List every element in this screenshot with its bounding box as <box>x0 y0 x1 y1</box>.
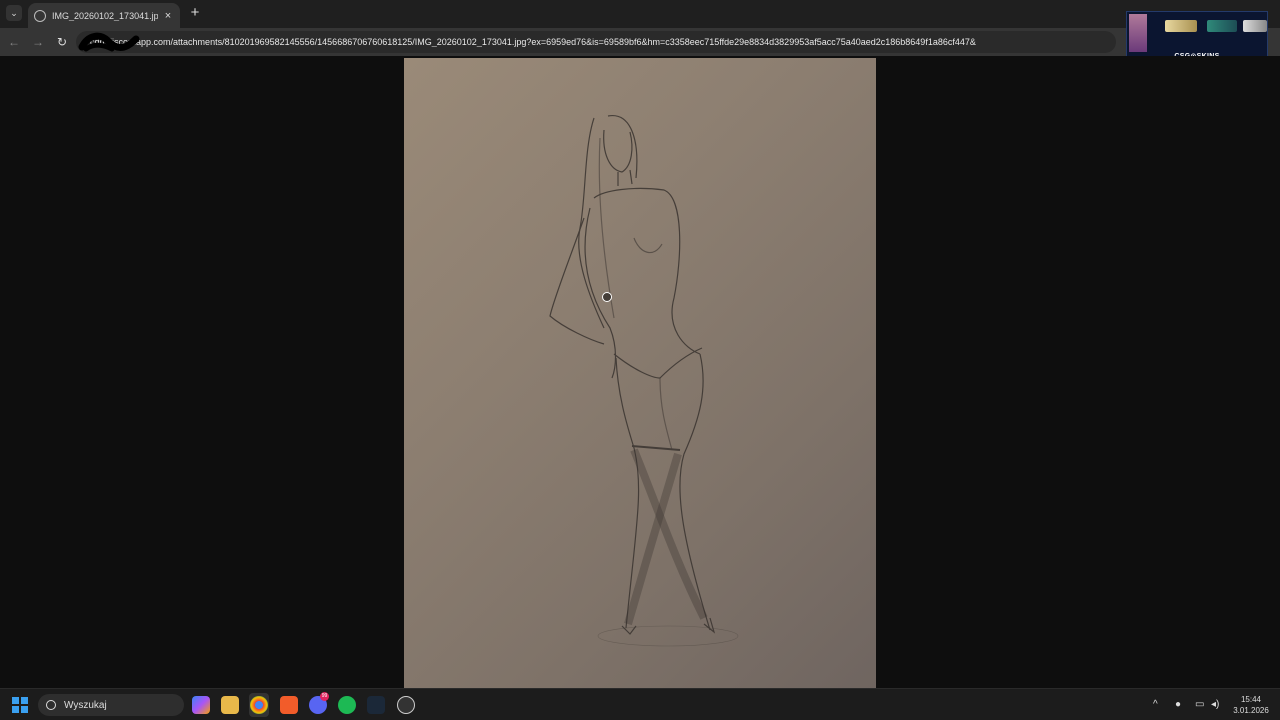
start-button[interactable] <box>12 697 28 713</box>
pencil-sketch-figure <box>549 115 739 647</box>
sketch-photo[interactable] <box>404 58 876 688</box>
chrome-icon[interactable] <box>250 696 268 714</box>
browser-toolbar: ← → ↻ cdn.discordapp.com/attachments/810… <box>0 28 1280 56</box>
smg-skin-icon <box>1207 20 1237 32</box>
taskbar-search[interactable]: Wyszukaj <box>38 694 184 716</box>
clock-time: 15:44 <box>1240 695 1262 704</box>
knife-skin-icon <box>1243 20 1267 32</box>
microphone-icon[interactable]: ● <box>1175 699 1181 710</box>
system-clock[interactable]: 15:44 3.01.2026 <box>1228 694 1274 716</box>
tab-image[interactable]: IMG_20260102_173041.jpg (30... × <box>28 3 180 28</box>
forward-button[interactable]: → <box>30 34 46 50</box>
globe-icon <box>34 9 46 22</box>
reload-button[interactable]: ↻ <box>54 34 70 50</box>
skin-avatar-image <box>1129 14 1147 52</box>
steam-icon[interactable] <box>367 696 385 714</box>
discord-badge: 99 <box>320 692 329 701</box>
redaction-scribble <box>78 32 140 52</box>
address-bar[interactable]: cdn.discordapp.com/attachments/810201969… <box>76 31 1116 53</box>
search-icon <box>46 700 56 710</box>
brave-icon[interactable] <box>280 696 298 714</box>
image-viewer <box>0 56 1280 688</box>
volume-icon[interactable]: ◂) <box>1211 699 1219 710</box>
cursor-icon <box>602 292 612 302</box>
copilot-icon[interactable] <box>192 696 210 714</box>
spotify-icon[interactable] <box>338 696 356 714</box>
tab-search-button[interactable]: ⌄ <box>6 5 22 21</box>
rifle-skin-icon <box>1165 20 1197 32</box>
file-explorer-icon[interactable] <box>221 696 239 714</box>
chevron-up-icon[interactable]: ^ <box>1153 699 1158 710</box>
close-icon[interactable]: × <box>162 10 174 22</box>
recording-app-icon[interactable] <box>397 696 415 714</box>
url-text: cdn.discordapp.com/attachments/810201969… <box>90 37 976 47</box>
clock-date: 3.01.2026 <box>1233 706 1269 715</box>
tab-strip: ⌄ IMG_20260102_173041.jpg (30... × + <box>0 0 1280 28</box>
new-tab-button[interactable]: + <box>188 5 202 20</box>
tab-title: IMG_20260102_173041.jpg (30... <box>52 10 158 21</box>
network-icon[interactable]: ▭ <box>1195 699 1204 710</box>
search-placeholder: Wyszukaj <box>64 699 107 711</box>
windows-taskbar: Wyszukaj 99 ^ ● ▭ ◂) 15:44 3.01.2026 <box>0 688 1280 720</box>
back-button[interactable]: ← <box>6 34 22 50</box>
